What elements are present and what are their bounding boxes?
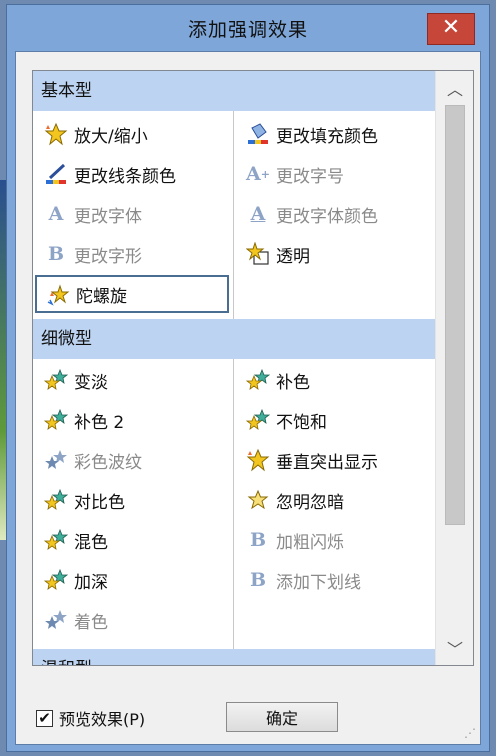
effect-item-label: 忽明忽暗 xyxy=(276,492,344,513)
category-header-moderate: 温和型 xyxy=(33,649,435,665)
effect-item-label: 更改字体颜色 xyxy=(276,206,378,227)
effect-item-label: 加深 xyxy=(74,572,108,593)
paint-bucket-icon xyxy=(245,121,271,147)
effect-item-bold-flash[interactable]: B 加粗闪烁 xyxy=(237,521,431,559)
effect-item-tint[interactable]: 着色 xyxy=(35,601,229,639)
effect-item-underline[interactable]: B 添加下划线 xyxy=(237,561,431,599)
effect-item-label: 更改线条颜色 xyxy=(74,166,176,187)
effect-item-label: 对比色 xyxy=(74,492,125,513)
preview-effect-checkbox[interactable]: ✔ 预览效果(P) xyxy=(36,706,145,730)
effect-item-darken[interactable]: 加深 xyxy=(35,561,229,599)
star-burst-icon xyxy=(43,121,69,147)
bold-b-icon: B xyxy=(249,529,267,551)
star-pair-icon xyxy=(43,527,69,553)
bold-b-icon: B xyxy=(249,569,267,591)
star-pair-icon xyxy=(43,607,69,633)
font-color-icon: A xyxy=(250,203,266,225)
effect-item-contrast[interactable]: 对比色 xyxy=(35,481,229,519)
effect-item-font-size[interactable]: A + 更改字号 xyxy=(237,155,431,193)
dialog-client: 基本型 放大/缩小 更改线条颜色 A 更改字体 B 更改字形 陀螺旋 更改填充颜… xyxy=(15,51,481,745)
star-burst-icon xyxy=(245,447,271,473)
effect-item-change-style[interactable]: B 更改字形 xyxy=(35,235,229,273)
column-divider xyxy=(233,359,234,649)
effect-item-font-color[interactable]: A 更改字体颜色 xyxy=(237,195,431,233)
effect-item-label: 混色 xyxy=(74,532,108,553)
effect-item-label: 着色 xyxy=(74,612,108,633)
effect-item-label: 更改字体 xyxy=(74,206,142,227)
font-size-icon: A + xyxy=(246,163,270,185)
star-pair-icon xyxy=(43,407,69,433)
effect-item-spin[interactable]: 陀螺旋 xyxy=(35,275,229,313)
effect-item-label: 补色 2 xyxy=(74,412,125,433)
effect-item-label: 透明 xyxy=(276,246,310,267)
effect-item-complementary[interactable]: 补色 xyxy=(237,361,431,399)
effect-item-label: 补色 xyxy=(276,372,310,393)
effect-item-color-wave[interactable]: 彩色波纹 xyxy=(35,441,229,479)
column-divider xyxy=(233,111,234,319)
close-button[interactable]: ✕ xyxy=(427,13,475,45)
effect-item-label: 添加下划线 xyxy=(276,572,361,593)
effect-item-change-font[interactable]: A 更改字体 xyxy=(35,195,229,233)
effect-item-transparent[interactable]: 透明 xyxy=(237,235,431,273)
effect-item-line-color[interactable]: 更改线条颜色 xyxy=(35,155,229,193)
scroll-down-button[interactable]: ﹀ xyxy=(436,631,473,665)
effect-item-fill-color[interactable]: 更改填充颜色 xyxy=(237,115,431,153)
effect-item-label: 更改字号 xyxy=(276,166,344,187)
effect-item-flicker[interactable]: 忽明忽暗 xyxy=(237,481,431,519)
bold-b-icon: B xyxy=(47,243,65,265)
title-bar[interactable]: 添加强调效果 ✕ xyxy=(7,5,489,51)
transparent-star-icon xyxy=(245,241,271,267)
star-pair-icon xyxy=(43,567,69,593)
preview-effect-label: 预览效果(P) xyxy=(59,710,146,729)
effect-item-label: 放大/缩小 xyxy=(74,126,148,147)
chevron-up-icon: ︿ xyxy=(446,80,463,99)
vertical-scrollbar[interactable]: ︿ ﹀ xyxy=(435,71,473,665)
effect-item-desaturate[interactable]: 不饱和 xyxy=(237,401,431,439)
star-pair-icon xyxy=(245,367,271,393)
effect-item-lighten[interactable]: 变淡 xyxy=(35,361,229,399)
effects-listbox[interactable]: 基本型 放大/缩小 更改线条颜色 A 更改字体 B 更改字形 陀螺旋 更改填充颜… xyxy=(32,70,474,666)
dialog-window: 添加强调效果 ✕ 基本型 放大/缩小 更改线条颜色 A 更改字体 B 更改字形 … xyxy=(6,4,490,752)
font-a-icon: A xyxy=(48,203,64,225)
star-flash-icon xyxy=(245,487,271,513)
effect-item-label: 不饱和 xyxy=(276,412,327,433)
effect-item-complementary-2[interactable]: 补色 2 xyxy=(35,401,229,439)
pen-color-icon xyxy=(43,161,69,187)
ok-button[interactable]: 确定 xyxy=(226,702,338,732)
effect-item-label: 变淡 xyxy=(74,372,108,393)
category-header-basic: 基本型 xyxy=(33,71,435,111)
chevron-down-icon: ﹀ xyxy=(446,640,463,659)
check-icon: ✔ xyxy=(36,709,53,727)
effect-item-blend[interactable]: 混色 xyxy=(35,521,229,559)
close-icon: ✕ xyxy=(441,15,461,40)
effects-list: 基本型 放大/缩小 更改线条颜色 A 更改字体 B 更改字形 陀螺旋 更改填充颜… xyxy=(33,71,435,665)
effect-item-label: 彩色波纹 xyxy=(74,452,142,473)
effect-item-vertical-highlight[interactable]: 垂直突出显示 xyxy=(237,441,431,479)
star-pair-icon xyxy=(43,447,69,473)
effect-item-label: 垂直突出显示 xyxy=(276,452,378,473)
resize-grip-icon[interactable]: ⋰ xyxy=(464,726,476,740)
star-pair-icon xyxy=(245,407,271,433)
effect-item-grow-shrink[interactable]: 放大/缩小 xyxy=(35,115,229,153)
dialog-title: 添加强调效果 xyxy=(187,18,308,41)
category-header-subtle: 细微型 xyxy=(33,319,435,359)
star-pair-icon xyxy=(43,487,69,513)
effect-item-label: 陀螺旋 xyxy=(76,286,127,307)
effect-item-label: 更改字形 xyxy=(74,246,142,267)
scroll-thumb[interactable] xyxy=(445,105,465,525)
effect-item-label: 更改填充颜色 xyxy=(276,126,378,147)
effect-item-label: 加粗闪烁 xyxy=(276,532,344,553)
scroll-up-button[interactable]: ︿ xyxy=(436,71,473,105)
spin-star-icon xyxy=(45,281,71,307)
star-pair-icon xyxy=(43,367,69,393)
